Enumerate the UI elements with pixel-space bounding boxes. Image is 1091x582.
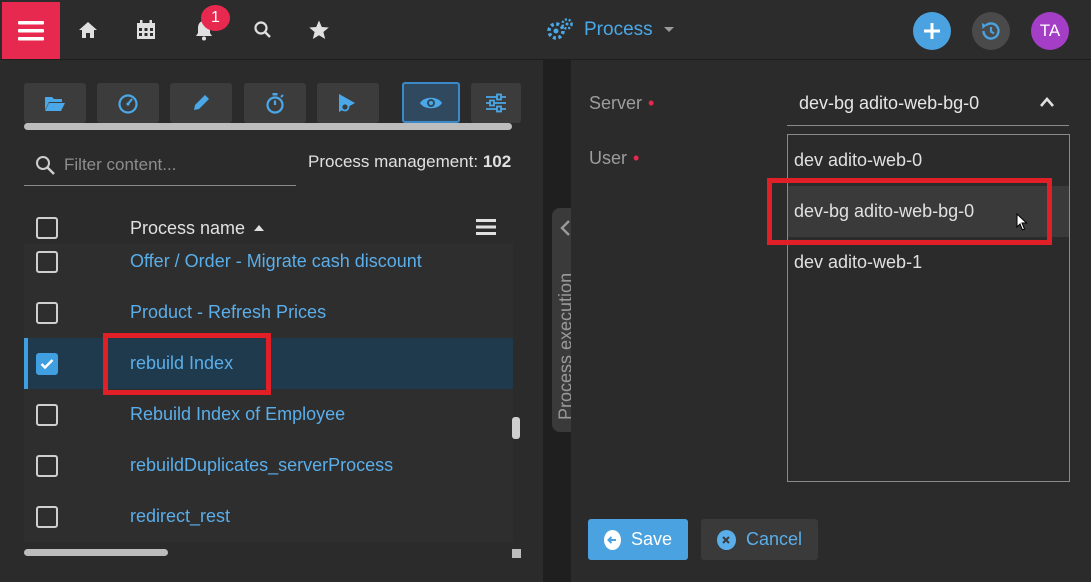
save-button[interactable]: Save [588, 519, 688, 560]
sort-ascending-icon [254, 225, 265, 231]
filter-input[interactable] [64, 155, 294, 175]
module-title-label: Process [584, 19, 653, 40]
process-name-link[interactable]: rebuild Index [130, 353, 233, 374]
table-row[interactable]: Offer / Order - Migrate cash discount [24, 244, 513, 287]
arrow-left-circle-icon [604, 529, 621, 550]
process-name-link[interactable]: redirect_rest [130, 506, 230, 527]
column-menu-icon[interactable] [476, 219, 496, 235]
star-icon[interactable] [307, 18, 331, 42]
row-checkbox-checked[interactable] [36, 352, 58, 375]
process-table-body: Offer / Order - Migrate cash discount Pr… [24, 244, 513, 542]
select-all-checkbox[interactable] [36, 217, 58, 239]
save-button-label: Save [630, 529, 672, 549]
table-row[interactable]: Rebuild Index of Employee [24, 389, 513, 440]
server-select[interactable]: dev-bg adito-web-bg-0 [787, 82, 1069, 126]
process-name-link[interactable]: rebuildDuplicates_serverProcess [130, 455, 393, 476]
table-row[interactable]: redirect_rest [24, 491, 513, 542]
table-row-selected[interactable]: rebuild Index [24, 338, 513, 389]
process-name-link[interactable]: Offer / Order - Migrate cash discount [130, 251, 422, 272]
home-icon[interactable] [76, 18, 100, 42]
cancel-button[interactable]: Cancel [701, 519, 818, 560]
search-icon [36, 156, 55, 175]
user-label: User • [589, 148, 639, 169]
calendar-icon[interactable] [134, 18, 158, 42]
row-checkbox[interactable] [36, 403, 58, 426]
server-label-text: Server [589, 93, 643, 113]
eye-icon [420, 97, 442, 108]
close-circle-icon [717, 529, 736, 550]
server-label: Server • [589, 93, 654, 114]
folder-open-icon [45, 97, 65, 111]
search-icon[interactable] [251, 18, 275, 42]
row-checkbox[interactable] [36, 250, 58, 273]
server-dropdown-list: dev adito-web-0 dev-bg adito-web-bg-0 de… [787, 134, 1070, 482]
caret-down-icon [663, 27, 674, 32]
table-row[interactable]: Product - Refresh Prices [24, 287, 513, 338]
column-header-process-name[interactable]: Process name [130, 218, 265, 239]
row-checkbox[interactable] [36, 505, 58, 528]
timer-button[interactable] [244, 83, 306, 123]
filter-field[interactable] [24, 145, 296, 186]
table-vertical-scrollbar[interactable] [512, 417, 520, 439]
history-icon [982, 22, 1000, 40]
dashboard-button[interactable] [97, 83, 159, 123]
gears-icon [547, 18, 573, 40]
speedometer-icon [118, 94, 138, 114]
process-name-link[interactable]: Rebuild Index of Employee [130, 404, 345, 425]
process-name-link[interactable]: Product - Refresh Prices [130, 302, 326, 323]
required-mark: • [633, 148, 640, 168]
table-row[interactable]: rebuildDuplicates_serverProcess [24, 440, 513, 491]
mouse-cursor-icon [1016, 213, 1028, 231]
toolbar-scrollbar[interactable] [24, 123, 512, 130]
scrollbar-corner [512, 549, 521, 558]
record-count: Process management: 102 [308, 152, 511, 172]
play-gear-icon [339, 94, 355, 112]
avatar[interactable]: TA [1031, 12, 1069, 50]
pencil-icon [194, 95, 209, 110]
row-checkbox[interactable] [36, 301, 58, 324]
row-checkbox[interactable] [36, 454, 58, 477]
plus-icon [924, 23, 940, 39]
table-horizontal-scrollbar[interactable] [24, 549, 168, 556]
user-label-text: User [589, 148, 628, 168]
menu-icon [18, 20, 44, 40]
top-bar: 1 Process TA [0, 0, 1091, 60]
dropdown-option[interactable]: dev adito-web-1 [788, 237, 1069, 288]
required-mark: • [648, 93, 655, 113]
edit-button[interactable] [170, 83, 232, 123]
record-count-label: Process management: [308, 152, 479, 171]
stopwatch-icon [266, 93, 284, 114]
menu-button[interactable] [2, 2, 60, 59]
history-button[interactable] [972, 12, 1010, 50]
sliders-icon [486, 93, 506, 113]
add-button[interactable] [913, 12, 951, 50]
process-list-panel: Process management: 102 Process name Off… [0, 60, 543, 582]
column-header-label: Process name [130, 217, 246, 238]
cancel-button-label: Cancel [745, 529, 802, 549]
chevron-up-icon [1040, 97, 1054, 107]
module-title[interactable]: Process [546, 14, 675, 46]
record-count-value: 102 [482, 152, 512, 171]
dropdown-option[interactable]: dev adito-web-0 [788, 135, 1069, 186]
filter-settings-button[interactable] [471, 83, 521, 123]
run-process-button[interactable] [317, 83, 379, 123]
server-select-value: dev-bg adito-web-bg-0 [799, 93, 980, 113]
checkmark-icon [40, 358, 54, 369]
view-button[interactable] [402, 82, 460, 123]
open-folder-button[interactable] [24, 83, 86, 123]
notification-badge: 1 [201, 5, 230, 31]
